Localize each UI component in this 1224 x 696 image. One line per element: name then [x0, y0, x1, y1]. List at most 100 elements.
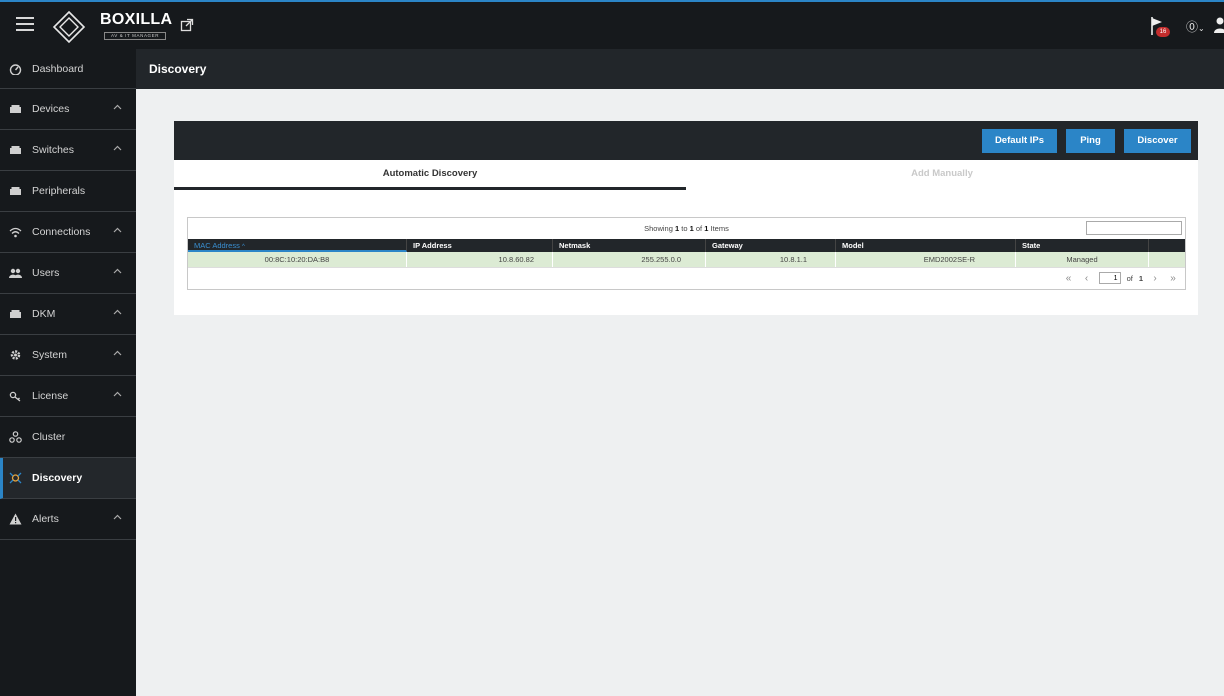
- sidebar-item-label: License: [32, 390, 69, 402]
- chevron-down-icon: ⌄: [1198, 24, 1205, 33]
- discovery-grid: Showing 1 to 1 of 1 Items MAC Address ^ …: [187, 217, 1186, 290]
- page-header: Discovery: [136, 49, 1224, 89]
- top-bar: BOXILLA AV & IT MANAGER 16 ⓪⌄: [0, 0, 1224, 49]
- help-dropdown[interactable]: ⓪⌄: [1186, 18, 1205, 35]
- boxilla-logo-icon: [52, 10, 86, 44]
- sidebar-item-label: Users: [32, 267, 60, 279]
- sidebar-item-switches[interactable]: Switches: [0, 130, 136, 171]
- sidebar-item-label: DKM: [32, 308, 56, 320]
- status-suffix: Items: [710, 224, 729, 233]
- cell-state: Managed: [1016, 252, 1149, 267]
- sidebar-item-users[interactable]: Users: [0, 253, 136, 294]
- column-header-model[interactable]: Model: [836, 239, 1016, 252]
- sidebar-item-peripherals[interactable]: Peripherals: [0, 171, 136, 212]
- sidebar-item-label: Connections: [32, 226, 91, 238]
- brand-name: BOXILLA: [100, 11, 173, 28]
- sidebar-item-label: Switches: [32, 144, 75, 156]
- first-page-icon[interactable]: «: [1063, 273, 1075, 284]
- cell-mac: 00:8C:10:20:DA:B8: [188, 252, 407, 267]
- sidebar-item-label: Devices: [32, 103, 70, 115]
- cell-actions: [1149, 252, 1185, 267]
- column-label-mac: MAC Address: [194, 241, 240, 250]
- sidebar-item-label: Alerts: [32, 513, 59, 525]
- table-row[interactable]: 00:8C:10:20:DA:B8 10.8.60.82 255.255.0.0…: [188, 252, 1185, 267]
- chevron-up-icon[interactable]: [113, 145, 122, 151]
- external-link-icon[interactable]: [180, 18, 194, 32]
- grid-toolbar: Showing 1 to 1 of 1 Items: [188, 218, 1185, 239]
- sidebar-item-cluster[interactable]: Cluster: [0, 417, 136, 458]
- column-header-state[interactable]: State: [1016, 239, 1149, 252]
- sidebar-item-label: System: [32, 349, 68, 361]
- switch-icon: [10, 146, 21, 154]
- last-page-icon[interactable]: »: [1167, 273, 1179, 284]
- grid-header-row: MAC Address ^ IP Address Netmask Gateway…: [188, 239, 1185, 252]
- sidebar: Dashboard Devices Switches Peripherals Conne…: [0, 49, 136, 696]
- hamburger-menu-icon[interactable]: [16, 17, 34, 33]
- page-number-input[interactable]: [1098, 272, 1121, 284]
- chevron-up-icon[interactable]: [113, 309, 122, 315]
- sidebar-item-dkm[interactable]: DKM: [0, 294, 136, 335]
- previous-page-icon[interactable]: ‹: [1081, 273, 1093, 284]
- status-to-word: to: [681, 224, 688, 233]
- notification-badge: 16: [1156, 27, 1170, 37]
- users-icon: [9, 268, 22, 278]
- grid-status: Showing 1 to 1 of 1 Items: [188, 224, 1185, 233]
- sidebar-item-label: Peripherals: [32, 185, 86, 197]
- cell-model: EMD2002SE-R: [836, 252, 1016, 267]
- chevron-up-icon[interactable]: [113, 104, 122, 110]
- status-to: 1: [689, 224, 694, 233]
- chevron-up-icon[interactable]: [113, 391, 122, 397]
- grid-search-input[interactable]: [1086, 221, 1182, 235]
- tab-add-manually[interactable]: Add Manually: [686, 160, 1198, 190]
- sidebar-item-label: Dashboard: [32, 62, 84, 75]
- grid-footer: « ‹ of 1 › »: [188, 267, 1185, 289]
- chevron-up-icon[interactable]: [113, 350, 122, 356]
- column-header-mac[interactable]: MAC Address ^: [188, 239, 407, 252]
- status-prefix: Showing: [644, 224, 673, 233]
- page-of-label: of: [1126, 273, 1133, 283]
- discovery-panel: Default IPs Ping Discover Automatic Disc…: [174, 121, 1198, 315]
- chevron-up-icon[interactable]: [113, 514, 122, 520]
- ping-button[interactable]: Ping: [1066, 129, 1115, 153]
- sidebar-item-connections[interactable]: Connections: [0, 212, 136, 253]
- gear-icon: [10, 350, 21, 360]
- pager: « ‹ of 1 › »: [1063, 272, 1179, 284]
- key-icon: [9, 391, 21, 402]
- help-icon: ⓪: [1186, 20, 1199, 34]
- status-of-word: of: [695, 224, 703, 233]
- default-ips-button[interactable]: Default IPs: [982, 129, 1057, 153]
- column-header-netmask[interactable]: Netmask: [553, 239, 706, 252]
- sidebar-item-discovery[interactable]: Discovery: [0, 458, 136, 499]
- panel-toolbar: Default IPs Ping Discover: [174, 121, 1198, 160]
- sidebar-item-devices[interactable]: Devices: [0, 89, 136, 130]
- tab-automatic-discovery[interactable]: Automatic Discovery: [174, 160, 686, 190]
- chevron-up-icon[interactable]: [113, 268, 122, 274]
- sidebar-item-system[interactable]: System: [0, 335, 136, 376]
- sidebar-item-label: Cluster: [32, 431, 66, 443]
- discover-button[interactable]: Discover: [1124, 129, 1191, 153]
- dkm-icon: [10, 310, 21, 318]
- sidebar-item-alerts[interactable]: Alerts: [0, 499, 136, 540]
- status-total: 1: [704, 224, 709, 233]
- next-page-icon[interactable]: ›: [1149, 273, 1161, 284]
- dashboard-icon: [9, 64, 22, 75]
- cell-gateway: 10.8.1.1: [706, 252, 836, 267]
- user-icon[interactable]: [1213, 16, 1224, 34]
- cell-netmask: 255.255.0.0: [553, 252, 706, 267]
- sort-ascending-icon: ^: [241, 244, 245, 250]
- discovery-icon: [9, 472, 22, 484]
- wifi-icon: [9, 227, 22, 238]
- alert-icon: [9, 513, 22, 525]
- brand-subtitle: AV & IT MANAGER: [104, 32, 167, 40]
- sidebar-item-dashboard[interactable]: Dashboard: [0, 49, 136, 89]
- total-pages: 1: [1138, 273, 1143, 283]
- page-title: Discovery: [149, 62, 207, 76]
- cluster-icon: [9, 431, 22, 443]
- device-icon: [10, 105, 21, 113]
- chevron-up-icon[interactable]: [113, 227, 122, 233]
- status-from: 1: [675, 224, 680, 233]
- column-header-actions: [1149, 239, 1185, 252]
- sidebar-item-license[interactable]: License: [0, 376, 136, 417]
- column-header-ip[interactable]: IP Address: [407, 239, 553, 252]
- column-header-gateway[interactable]: Gateway: [706, 239, 836, 252]
